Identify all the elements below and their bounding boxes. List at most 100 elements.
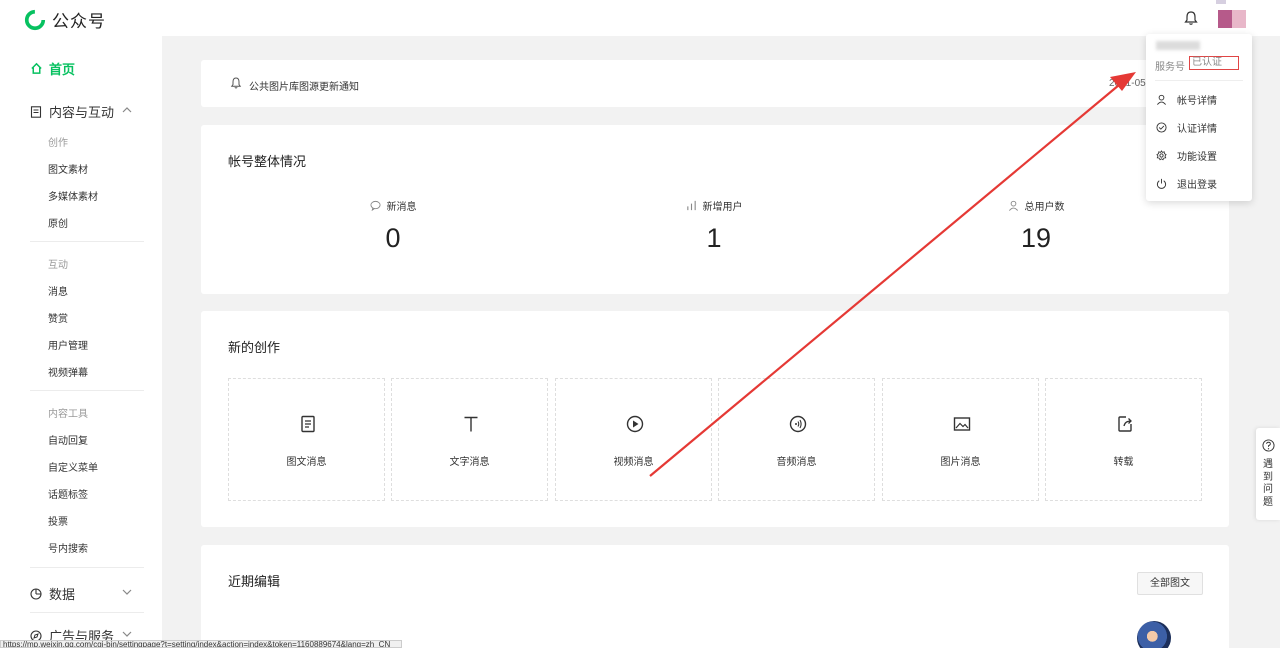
tile-label: 图片消息 <box>940 457 981 468</box>
sidebar-item-label: 首页 <box>49 62 76 77</box>
create-video-tile[interactable]: 视频消息 <box>555 378 712 501</box>
sidebar-item-danmaku[interactable]: 视频弹幕 <box>48 364 88 379</box>
create-repost-tile[interactable]: 转载 <box>1045 378 1202 501</box>
notice-bar[interactable]: 公共图片库图源更新通知 2021-05 <box>201 60 1229 107</box>
create-image-tile[interactable]: 图片消息 <box>882 378 1039 501</box>
divider <box>30 241 144 242</box>
sidebar-item-articles[interactable]: 图文素材 <box>48 161 88 176</box>
logo[interactable]: 公众号 <box>24 7 106 32</box>
check-circle-icon <box>1156 122 1167 133</box>
image-icon <box>953 417 971 431</box>
sidebar-item-vote[interactable]: 投票 <box>48 513 68 528</box>
sidebar-item-reward[interactable]: 赞赏 <box>48 310 68 325</box>
menu-item-account-details[interactable]: 帐号详情 <box>1156 92 1217 107</box>
chevron-up-icon <box>122 107 132 113</box>
tile-label: 视频消息 <box>613 457 654 468</box>
chat-bubble-icon <box>369 200 381 211</box>
new-creation-card: 新的创作 图文消息 文字消息 视频消息 音频消息 图片消息 转载 <box>201 311 1229 527</box>
divider <box>30 612 144 613</box>
sidebar-group-label: 内容与互动 <box>49 105 115 120</box>
sidebar-item-original[interactable]: 原创 <box>48 215 68 230</box>
account-name-blurred <box>1156 41 1200 50</box>
tile-label: 音频消息 <box>776 457 817 468</box>
divider <box>30 567 144 568</box>
menu-item-label: 认证详情 <box>1177 124 1217 135</box>
stat-value: 19 <box>1020 223 1052 253</box>
stat-new-users[interactable]: 新增用户 1 <box>644 198 784 254</box>
help-label: 遇到问题 <box>1263 459 1273 508</box>
top-bar: 公众号 <box>0 0 1280 36</box>
chevron-down-icon <box>122 589 132 595</box>
sidebar-group-content[interactable]: 内容与互动 <box>30 102 140 121</box>
user-icon <box>1008 200 1018 211</box>
stat-total-users[interactable]: 总用户数 19 <box>966 198 1106 254</box>
stat-value: 0 <box>385 223 401 253</box>
bell-icon[interactable] <box>1182 9 1200 27</box>
sidebar-item-media[interactable]: 多媒体素材 <box>48 188 98 203</box>
gear-icon <box>1156 150 1167 161</box>
create-article-tile[interactable]: 图文消息 <box>228 378 385 501</box>
home-icon <box>31 62 42 74</box>
sidebar-item-home[interactable]: 首页 <box>30 59 75 78</box>
recent-edits-card: 近期编辑 全部图文 <box>201 545 1229 648</box>
sidebar-group-label: 数据 <box>49 587 76 602</box>
notice-text[interactable]: 公共图片库图源更新通知 <box>249 78 359 93</box>
sidebar-item-search[interactable]: 号内搜索 <box>48 540 88 555</box>
stat-label: 新消息 <box>386 202 417 213</box>
wechat-mp-logo-icon <box>24 9 46 30</box>
article-cover-thumbnail[interactable] <box>1137 621 1171 648</box>
tile-label: 文字消息 <box>449 457 490 468</box>
sidebar-section-create: 创作 <box>48 138 68 149</box>
menu-item-label: 退出登录 <box>1177 180 1217 191</box>
pie-chart-icon <box>30 587 42 600</box>
verified-badge: 已认证 <box>1189 56 1239 70</box>
avatar[interactable] <box>1216 0 1246 28</box>
sidebar-item-tags[interactable]: 话题标签 <box>48 486 88 501</box>
sidebar-item-autoreply[interactable]: 自动回复 <box>48 432 88 447</box>
document-icon <box>30 105 42 118</box>
play-circle-icon <box>626 415 644 433</box>
power-icon <box>1156 178 1167 189</box>
browser-status-bar: https://mp.weixin.qq.com/cgi-bin/setting… <box>0 640 402 648</box>
menu-item-label: 功能设置 <box>1177 152 1217 163</box>
notice-date: 2021-05 <box>1109 78 1146 89</box>
sidebar-group-data[interactable]: 数据 <box>30 584 140 603</box>
help-tab[interactable]: 遇到问题 <box>1256 428 1280 520</box>
card-title: 新的创作 <box>228 340 281 355</box>
account-overview-card: 帐号整体情况 新消息 0 新增用户 1 总用户数 19 <box>201 125 1229 294</box>
account-type: 服务号 <box>1155 62 1185 73</box>
share-icon <box>1118 416 1132 432</box>
bell-icon <box>230 77 242 89</box>
stat-label: 总用户数 <box>1024 202 1065 213</box>
document-icon <box>301 415 315 433</box>
sidebar-section-interact: 互动 <box>48 260 68 271</box>
audio-icon <box>789 415 807 433</box>
question-circle-icon <box>1261 439 1275 452</box>
create-text-tile[interactable]: 文字消息 <box>391 378 548 501</box>
account-dropdown: 服务号 已认证 帐号详情 认证详情 功能设置 退出登录 <box>1146 34 1252 201</box>
sidebar-item-menu[interactable]: 自定义菜单 <box>48 459 98 474</box>
menu-item-verification-details[interactable]: 认证详情 <box>1156 120 1217 135</box>
app-title: 公众号 <box>52 12 106 31</box>
menu-item-settings[interactable]: 功能设置 <box>1156 148 1217 163</box>
tile-label: 转载 <box>1113 457 1134 468</box>
sidebar-item-messages[interactable]: 消息 <box>48 283 68 298</box>
bar-chart-icon <box>686 200 696 211</box>
divider <box>30 390 144 391</box>
divider <box>1155 80 1243 81</box>
tile-label: 图文消息 <box>286 457 327 468</box>
stat-new-messages[interactable]: 新消息 0 <box>323 198 463 254</box>
stat-label: 新增用户 <box>702 202 743 213</box>
text-t-icon <box>464 416 478 432</box>
card-title: 帐号整体情况 <box>228 154 307 169</box>
sidebar-item-users[interactable]: 用户管理 <box>48 337 88 352</box>
user-icon <box>1157 94 1166 105</box>
menu-item-logout[interactable]: 退出登录 <box>1156 176 1217 191</box>
card-title: 近期编辑 <box>228 574 281 589</box>
create-audio-tile[interactable]: 音频消息 <box>718 378 875 501</box>
all-articles-button[interactable]: 全部图文 <box>1137 572 1203 595</box>
sidebar: 首页 内容与互动 创作 图文素材 多媒体素材 原创 互动 消息 赞赏 用户管理 … <box>0 36 162 648</box>
stat-value: 1 <box>706 223 722 253</box>
chevron-down-icon <box>122 631 132 637</box>
sidebar-section-tools: 内容工具 <box>48 409 88 420</box>
